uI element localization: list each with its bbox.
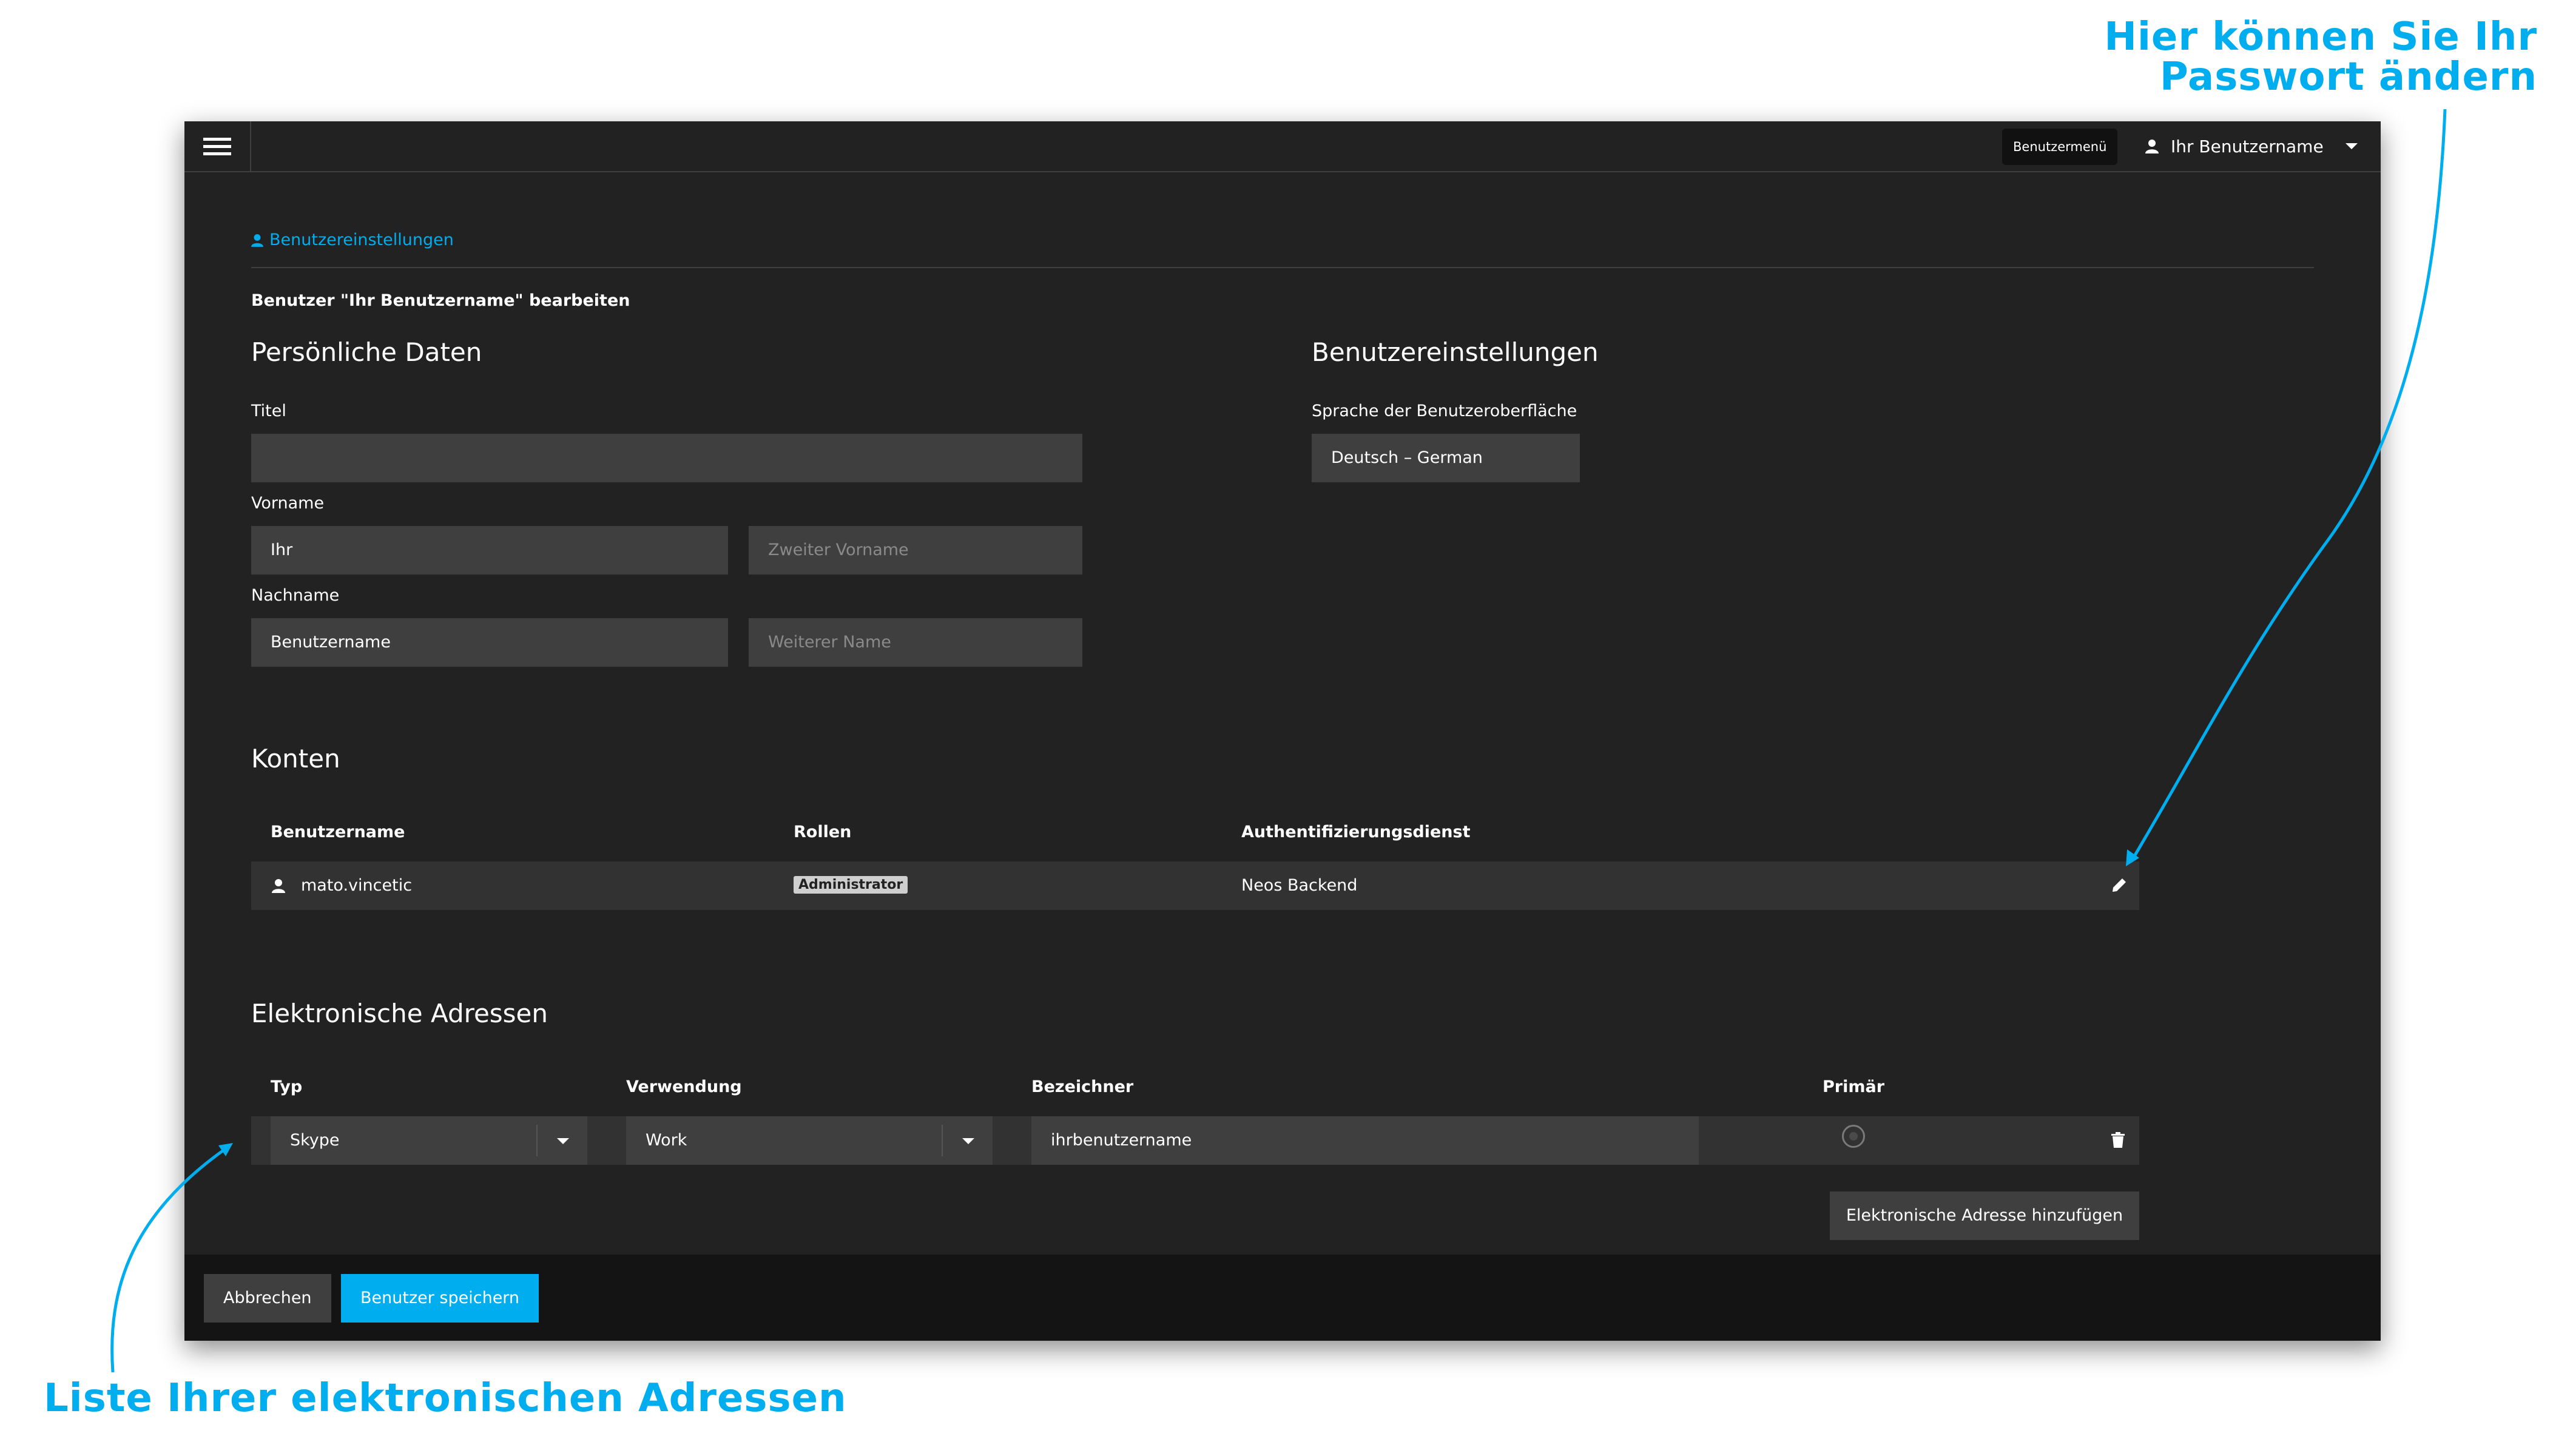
title-label: Titel [251,402,286,420]
accounts-col-username: Benutzername [271,823,405,841]
primary-radio[interactable] [1842,1125,1865,1148]
account-auth: Neos Backend [1241,876,1358,895]
language-label: Sprache der Benutzeroberfläche [1312,402,1577,420]
password-callout: Hier können Sie Ihr Passwort ändern [1870,17,2537,97]
type-select[interactable]: Skype [271,1116,587,1165]
breadcrumb-label: Benutzereinstellungen [269,231,454,249]
user-settings-heading: Benutzereinstellungen [1312,337,1599,367]
user-icon [272,879,285,893]
addresses-callout: Liste Ihrer elektronischen Adressen [44,1376,847,1421]
chevron-down-icon [2345,143,2358,149]
usage-select-value: Work [646,1131,687,1150]
role-badge: Administrator [794,876,908,894]
addresses-col-identifier: Bezeichner [1031,1077,1134,1096]
user-icon [2145,140,2159,153]
firstname-field[interactable] [251,526,728,575]
page-title: Benutzer "Ihr Benutzername" bearbeiten [251,291,630,310]
divider [251,267,2314,268]
addresses-col-type: Typ [271,1077,303,1096]
chevron-down-icon [557,1138,569,1144]
table-row: mato.vincetic Administrator Neos Backend [251,861,2139,910]
user-menu-button[interactable]: Ihr Benutzername [2145,121,2358,171]
table-row: Skype Work [251,1116,2139,1165]
user-menu-name: Ihr Benutzername [2171,136,2324,157]
accounts-heading: Konten [251,744,340,774]
type-select-value: Skype [290,1131,340,1150]
firstname-label: Vorname [251,494,325,513]
addresses-heading: Elektronische Adressen [251,999,548,1028]
add-address-button[interactable]: Elektronische Adresse hinzufügen [1830,1191,2139,1240]
top-bar: Benutzermenü Ihr Benutzername [184,121,2381,172]
select-divider [536,1125,538,1156]
accounts-col-auth: Authentifizierungsdienst [1241,823,1471,841]
chevron-down-icon [962,1138,974,1144]
password-callout-line-1: Hier können Sie Ihr [2104,15,2537,59]
password-callout-line-2: Passwort ändern [2159,55,2537,99]
addresses-col-usage: Verwendung [626,1077,742,1096]
identifier-field[interactable] [1031,1116,1699,1165]
account-username: mato.vincetic [301,876,413,895]
breadcrumb[interactable]: Benutzereinstellungen [251,231,454,249]
language-select[interactable]: Deutsch – German [1312,434,1580,482]
hamburger-icon[interactable] [184,121,251,171]
user-icon [251,234,263,247]
trash-icon[interactable] [2111,1132,2125,1148]
save-button[interactable]: Benutzer speichern [341,1274,539,1323]
othername-field[interactable] [749,618,1082,667]
app-window: Benutzermenü Ihr Benutzername Benutzerei… [184,121,2381,1341]
user-menu-tooltip: Benutzermenü [2002,129,2118,165]
footer-bar: Abbrechen Benutzer speichern [184,1255,2381,1341]
select-divider [942,1125,943,1156]
middlename-field[interactable] [749,526,1082,575]
accounts-col-roles: Rollen [794,823,852,841]
lastname-label: Nachname [251,586,340,605]
cancel-button[interactable]: Abbrechen [204,1274,331,1323]
lastname-field[interactable] [251,618,728,667]
usage-select[interactable]: Work [626,1116,993,1165]
title-field[interactable] [251,434,1082,482]
pencil-icon[interactable] [2111,877,2127,893]
personal-data-heading: Persönliche Daten [251,337,482,367]
addresses-col-primary: Primär [1823,1077,1885,1096]
